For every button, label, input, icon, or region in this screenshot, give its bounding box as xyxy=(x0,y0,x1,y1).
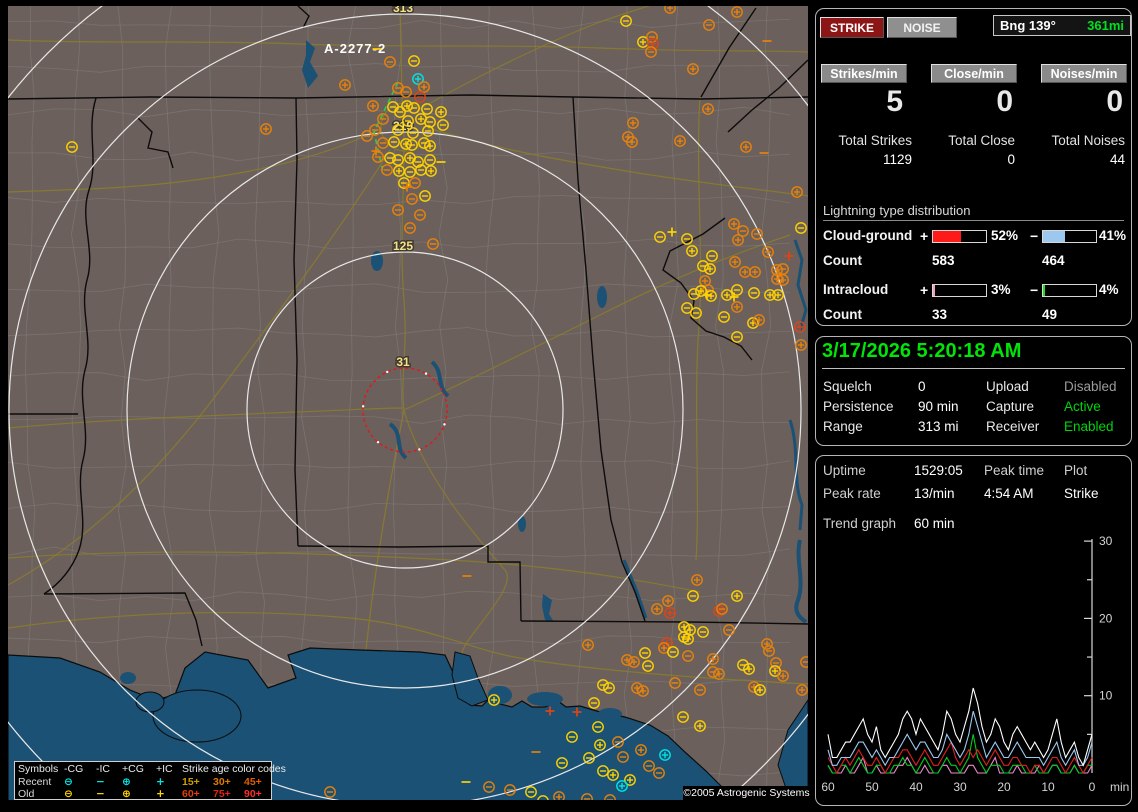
clock-settings-panel: 3/17/2026 5:20:18 AM Squelch 0 Upload Di… xyxy=(815,336,1132,446)
legend-row: Recent ⊖ − ⊕ +15+ 30+ 45+ xyxy=(18,775,262,788)
svg-text:50: 50 xyxy=(865,780,879,794)
svg-text:40: 40 xyxy=(909,780,923,794)
svg-text:30: 30 xyxy=(953,780,967,794)
counters-panel: STRIKE NOISE Bng 139° 361mi Strikes/min … xyxy=(815,8,1132,326)
app-window: 31 125 219 313 A-2277-2 Symbols -CG -IC +CG +IC S… xyxy=(0,0,1138,812)
ic-minus-count: 49 xyxy=(1042,307,1058,322)
total-noises-value: 44 xyxy=(1109,152,1125,167)
count-label: Count xyxy=(823,253,862,268)
strike-map[interactable]: 31 125 219 313 A-2277-2 Symbols -CG -IC +CG +IC S… xyxy=(0,0,812,812)
upload-status: Disabled xyxy=(1064,379,1117,394)
trend-graph-label: Trend graph xyxy=(823,516,897,531)
ring-label-31: 31 xyxy=(396,355,410,369)
strikes-per-min-value: 5 xyxy=(886,85,903,118)
legend-symbol: + xyxy=(156,775,165,788)
svg-text:60: 60 xyxy=(821,780,835,794)
close-per-min-button[interactable]: Close/min xyxy=(931,64,1017,83)
ic-plus-pct: 3% xyxy=(991,282,1011,297)
receiver-label: Receiver xyxy=(986,419,1040,434)
cg-plus-bar xyxy=(932,230,987,243)
legend-header: Symbols -CG -IC +CG +IC Strike age color code… xyxy=(18,763,286,775)
svg-text:20: 20 xyxy=(997,780,1011,794)
distribution-heading: Lightning type distribution xyxy=(823,203,1124,221)
uptime-label: Uptime xyxy=(823,463,866,478)
legend-symbol: + xyxy=(156,788,165,800)
total-strikes-value: 1129 xyxy=(882,152,912,167)
close-per-min-value: 0 xyxy=(996,85,1013,118)
legend-symbol: ⊖ xyxy=(64,788,73,800)
peak-time-value: 4:54 AM xyxy=(984,486,1034,501)
peak-rate-label: Peak rate xyxy=(823,486,881,501)
plot-mode-value: Strike xyxy=(1064,486,1099,501)
trend-graph-window: 60 min xyxy=(914,516,955,531)
total-strikes-label: Total Strikes xyxy=(838,133,912,148)
peak-time-label: Peak time xyxy=(984,463,1045,478)
legend-symbol: ⊖ xyxy=(64,775,73,788)
bearing-label: Bng 139° xyxy=(1000,18,1056,33)
total-close-label: Total Close xyxy=(948,133,1015,148)
strike-map-canvas[interactable]: 31125219313A-2277-2 xyxy=(0,0,812,812)
svg-text:30: 30 xyxy=(1099,535,1113,548)
map-legend: Symbols -CG -IC +CG +IC Strike age color code… xyxy=(14,761,286,800)
squelch-value: 0 xyxy=(918,379,926,394)
legend-symbol: − xyxy=(96,775,105,788)
ic-minus-pct: 4% xyxy=(1099,282,1119,297)
total-close-value: 0 xyxy=(1007,152,1015,167)
legend-symbol: − xyxy=(96,788,105,800)
minus-sign: − xyxy=(1030,282,1039,298)
count-label: Count xyxy=(823,307,862,322)
persistence-value: 90 min xyxy=(918,399,959,414)
peak-rate-value: 13/min xyxy=(914,486,955,501)
plus-sign: + xyxy=(920,228,929,244)
ring-label-125: 125 xyxy=(393,239,413,253)
plus-sign: + xyxy=(920,282,929,298)
cg-minus-bar xyxy=(1042,230,1097,243)
svg-text:20: 20 xyxy=(1099,611,1113,625)
persistence-label: Persistence xyxy=(823,399,894,414)
bearing-display: Bng 139° 361mi xyxy=(993,15,1131,36)
receiver-status: Enabled xyxy=(1064,419,1114,434)
ic-minus-bar xyxy=(1042,284,1097,297)
legend-symbol: ⊕ xyxy=(122,788,131,800)
squelch-label: Squelch xyxy=(823,379,872,394)
bearing-distance: 361mi xyxy=(1087,18,1124,33)
svg-text:10: 10 xyxy=(1099,689,1113,703)
noises-per-min-button[interactable]: Noises/min xyxy=(1041,64,1127,83)
noises-per-min-value: 0 xyxy=(1106,85,1123,118)
cloud-ground-label: Cloud-ground xyxy=(823,228,913,243)
svg-text:0: 0 xyxy=(1089,780,1096,794)
datetime-display: 3/17/2026 5:20:18 AM xyxy=(822,340,1125,369)
uptime-value: 1529:05 xyxy=(914,463,963,478)
cg-plus-count: 583 xyxy=(932,253,955,268)
range-label: Range xyxy=(823,419,863,434)
upload-label: Upload xyxy=(986,379,1029,394)
ic-plus-count: 33 xyxy=(932,307,948,322)
noise-mode-button[interactable]: NOISE xyxy=(887,17,957,38)
cg-plus-pct: 52% xyxy=(991,228,1019,243)
cg-minus-pct: 41% xyxy=(1099,228,1127,243)
ic-plus-bar xyxy=(932,284,987,297)
copyright-label: ©2005 Astrogenic Systems xyxy=(683,786,810,801)
capture-label: Capture xyxy=(986,399,1035,414)
svg-text:10: 10 xyxy=(1041,780,1055,794)
trend-panel: Uptime 1529:05 Peak time Plot Peak rate … xyxy=(815,455,1132,806)
capture-status: Active xyxy=(1064,399,1101,414)
intracloud-label: Intracloud xyxy=(823,282,889,297)
cg-minus-count: 464 xyxy=(1042,253,1065,268)
legend-symbol: ⊕ xyxy=(122,775,131,788)
minus-sign: − xyxy=(1030,228,1039,244)
strike-mode-button[interactable]: STRIKE xyxy=(820,17,884,38)
range-value: 313 mi xyxy=(918,419,959,434)
legend-row: Old ⊖ − ⊕ +60+ 75+ 90+ xyxy=(18,788,262,800)
plot-label: Plot xyxy=(1064,463,1088,478)
total-noises-label: Total Noises xyxy=(1051,133,1125,148)
svg-text:min: min xyxy=(1110,780,1129,794)
strikes-per-min-button[interactable]: Strikes/min xyxy=(821,64,907,83)
trend-chart: 10 20 30 60 50 40 30 20 10 0 min xyxy=(821,535,1129,794)
